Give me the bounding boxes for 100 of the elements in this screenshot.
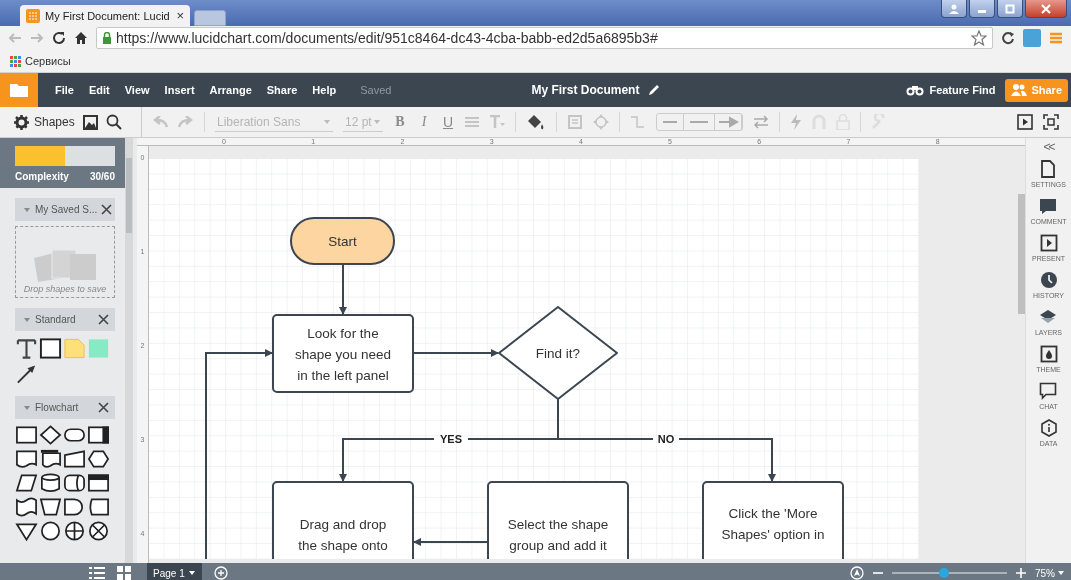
close-icon[interactable] [98, 402, 109, 413]
document-title[interactable]: My First Document [531, 83, 640, 97]
close-button[interactable]: × [176, 8, 184, 23]
diamond-shape-icon[interactable] [39, 424, 62, 446]
colored-block-icon[interactable] [87, 336, 110, 360]
lock-icon [102, 32, 112, 44]
reload-icon[interactable] [52, 31, 66, 45]
caret-icon [187, 569, 196, 577]
close-icon[interactable] [101, 204, 113, 215]
section-header[interactable]: My Saved S... [15, 198, 115, 221]
summing-junction-shape-icon[interactable] [63, 520, 86, 542]
menu-item[interactable]: View [124, 84, 150, 96]
manual-input-shape-icon[interactable] [63, 448, 86, 470]
plus-icon[interactable] [1015, 567, 1027, 579]
zoom-handle[interactable] [938, 568, 949, 578]
branch-label: NO [657, 433, 675, 445]
menu-item[interactable]: File [55, 84, 74, 96]
parallelogram-shape-icon[interactable] [15, 472, 38, 494]
shapes-button[interactable]: Shapes [14, 114, 75, 130]
predefined-process-shape-icon[interactable] [87, 424, 110, 446]
maximize-button[interactable] [997, 0, 1023, 18]
process-box: Select the shape group and add it [487, 481, 629, 559]
users-icon [1011, 84, 1028, 96]
present-icon[interactable] [1017, 114, 1033, 130]
grid-icon[interactable] [117, 566, 131, 580]
caret-icon [23, 403, 31, 412]
caret-icon [23, 315, 31, 324]
display-shape-icon[interactable] [87, 496, 110, 518]
delay-shape-icon[interactable] [63, 496, 86, 518]
section-header[interactable]: Flowchart [15, 396, 115, 419]
comment-icon [1039, 197, 1058, 215]
apps-icon[interactable] [10, 55, 21, 67]
gear-icon [14, 114, 29, 130]
start-terminator: Start [290, 217, 395, 265]
binoculars-icon [906, 84, 925, 96]
format-button[interactable]: I [417, 114, 431, 130]
fullscreen-icon[interactable] [1043, 114, 1059, 130]
manual-operation-shape-icon[interactable] [39, 496, 62, 518]
complexity-value: 30/60 [89, 171, 115, 182]
drum-shape-icon[interactable] [63, 472, 86, 494]
section-header[interactable]: Standard [15, 308, 115, 331]
panel-scrollbar[interactable] [125, 138, 133, 563]
connector-arrow [768, 437, 776, 482]
lucid-logo-icon [26, 8, 40, 23]
menu-item[interactable]: Insert [164, 84, 195, 96]
browser-tab[interactable]: My First Document: Lucid × [20, 5, 190, 26]
close-window-button[interactable] [1025, 0, 1067, 18]
caret-icon [23, 205, 31, 214]
fill-bucket-icon[interactable] [526, 113, 546, 131]
menu-item[interactable]: Arrange [209, 84, 252, 96]
page-tab[interactable]: Page 1 [147, 563, 202, 580]
circle-shape-icon[interactable] [39, 520, 62, 542]
process-box: Click the 'More Shapes' option in [702, 481, 844, 559]
caret-icon [373, 117, 381, 126]
caret-icon [323, 117, 331, 126]
text-shape-icon[interactable] [15, 336, 38, 360]
multi-document-shape-icon[interactable] [39, 448, 62, 470]
triangle-shape-icon[interactable] [15, 520, 38, 542]
or-junction-shape-icon[interactable] [87, 520, 110, 542]
list-icon[interactable] [89, 566, 105, 580]
branch-label: YES [440, 433, 462, 445]
chat-icon [1039, 382, 1058, 400]
user-button[interactable] [941, 0, 967, 18]
drop-zone[interactable]: Drop shapes to save [15, 226, 115, 298]
search-icon[interactable] [105, 114, 122, 130]
hexagon-shape-icon[interactable] [87, 448, 110, 470]
rectangle-shape-icon[interactable] [15, 424, 38, 446]
menu-item[interactable]: Edit [88, 84, 110, 96]
refresh-icon[interactable] [1001, 31, 1015, 45]
page-icon [1039, 160, 1058, 178]
menu-item[interactable]: Share [266, 84, 298, 96]
format-button[interactable]: U [441, 114, 455, 130]
close-icon[interactable] [98, 314, 109, 325]
navigate-icon[interactable] [850, 566, 864, 580]
address-bar[interactable]: https://www.lucidchart.com/documents/edit/951c8464-dc43-4cba-babb-ed2d5a6895b3# [96, 27, 993, 49]
star-icon[interactable] [971, 30, 987, 46]
feature-find-button[interactable]: Feature Find [906, 84, 996, 96]
internal-storage-shape-icon[interactable] [87, 472, 110, 494]
drop-hint: Drop shapes to save [23, 284, 107, 294]
connector-arrow [339, 263, 347, 315]
save-status: Saved [360, 84, 392, 96]
home-icon[interactable] [74, 31, 88, 45]
add-page-icon[interactable] [213, 566, 228, 580]
image-icon[interactable] [82, 114, 98, 130]
vertical-scrollbar[interactable] [1018, 194, 1025, 314]
layers-icon [1039, 308, 1058, 326]
bookmark-link[interactable]: Сервисы [25, 55, 71, 67]
rectangle-shape-icon[interactable] [39, 336, 62, 360]
tape-shape-icon[interactable] [15, 496, 38, 518]
cylinder-shape-icon[interactable] [39, 472, 62, 494]
collapse-button[interactable]: << [1043, 138, 1054, 160]
zoom-dropdown[interactable]: 75% [1035, 567, 1065, 579]
document-shape-icon[interactable] [15, 448, 38, 470]
minimize-button[interactable] [969, 0, 995, 18]
process-box: Drag and drop the shape onto [272, 481, 414, 559]
complexity-label: Complexity [15, 171, 69, 182]
process-box: Look for the shape you need in the left panel [272, 314, 414, 393]
menu-item[interactable]: Help [312, 84, 337, 96]
format-button[interactable]: B [393, 114, 407, 130]
pencil-icon[interactable] [647, 83, 662, 97]
